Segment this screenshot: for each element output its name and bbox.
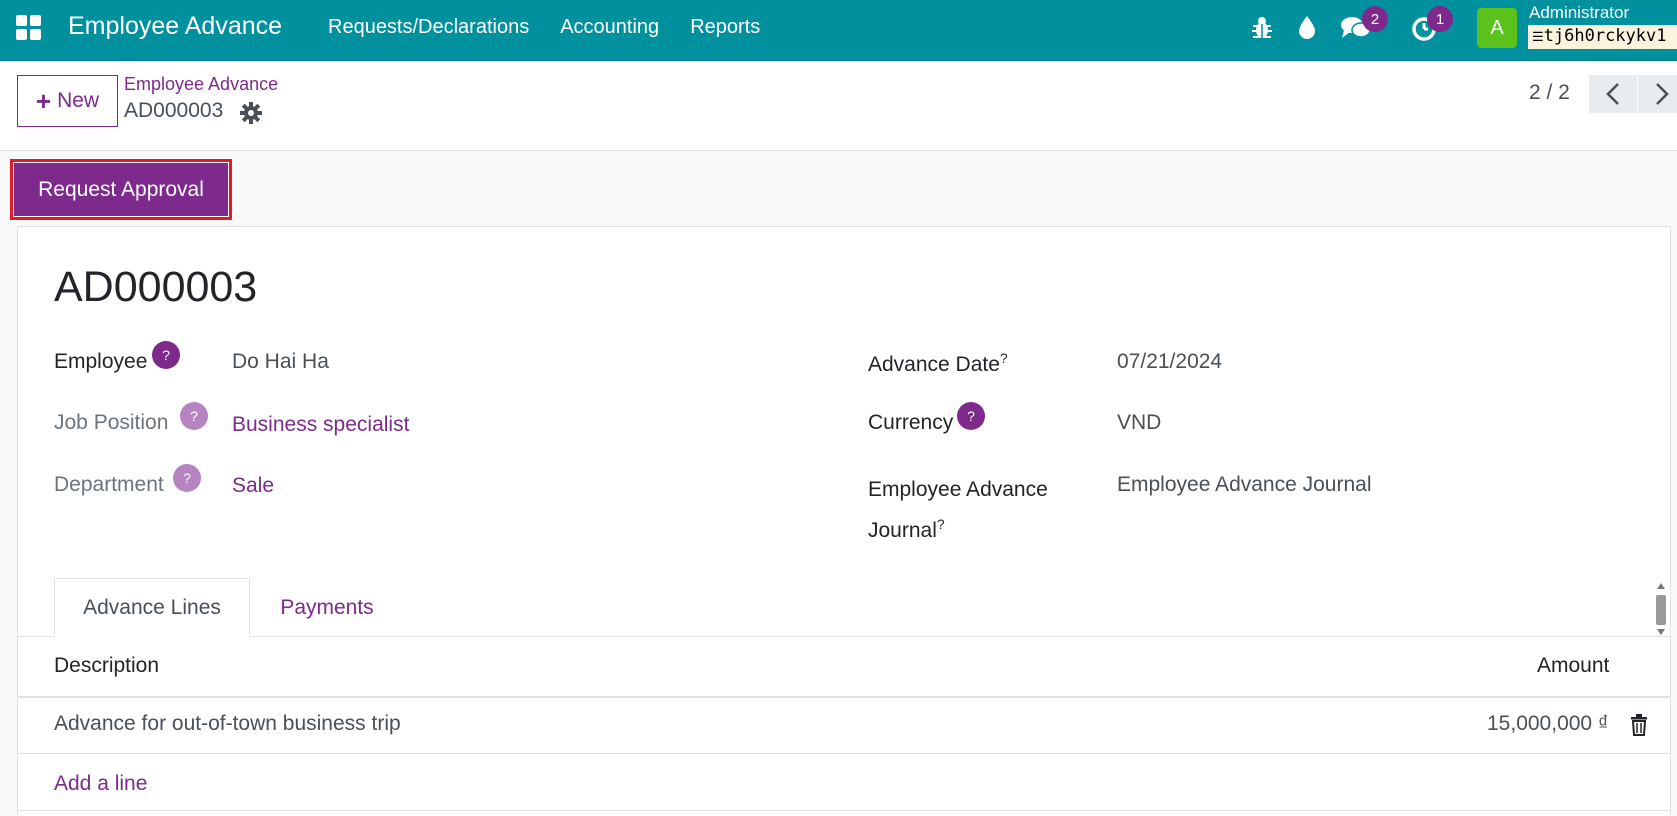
department-label: Department (54, 473, 164, 496)
column-header-amount[interactable]: Amount (1537, 654, 1609, 678)
currency-label: Currency (868, 411, 954, 434)
record-title: AD000003 (54, 263, 258, 311)
user-avatar[interactable]: A (1477, 8, 1517, 48)
row-description: Advance for out-of-town business trip (54, 712, 401, 735)
app-brand[interactable]: Employee Advance (68, 12, 282, 41)
database-name: ☰tj6h0rckykv1 (1528, 25, 1677, 49)
control-panel: + New Employee Advance AD000003 2 / 2 (0, 61, 1677, 151)
job-position-help-icon[interactable]: ? (180, 402, 208, 430)
color-drop-icon[interactable] (1295, 14, 1323, 42)
messages-icon[interactable]: 2 (1340, 6, 1388, 42)
chevron-right-icon (1656, 83, 1669, 105)
activities-clock-icon[interactable]: 1 (1411, 6, 1453, 42)
breadcrumb-parent[interactable]: Employee Advance (124, 74, 278, 95)
scrollbar[interactable] (1654, 581, 1668, 637)
gear-icon[interactable] (240, 102, 262, 124)
debug-bug-icon[interactable] (1250, 14, 1278, 42)
department-help-icon[interactable]: ? (173, 464, 201, 492)
advance-date-help-icon[interactable]: ? (1000, 350, 1008, 366)
add-line-row (18, 754, 1670, 811)
currency-help-icon[interactable]: ? (957, 402, 985, 430)
tab-payments[interactable]: Payments (272, 578, 382, 637)
database-icon: ☰ (1532, 30, 1544, 45)
employee-help-icon[interactable]: ? (152, 341, 180, 369)
row-amount: 15,000,000 ₫ (1487, 712, 1609, 735)
apps-menu-icon[interactable] (16, 15, 41, 40)
currency-field[interactable]: VND (1117, 411, 1161, 435)
menu-item-requests[interactable]: Requests/Declarations (328, 16, 529, 39)
employee-label: Employee (54, 350, 148, 373)
plus-icon: + (35, 86, 52, 116)
menu-item-accounting[interactable]: Accounting (560, 16, 659, 39)
messages-badge: 2 (1362, 6, 1388, 32)
top-navbar: Employee Advance Requests/Declarations A… (0, 0, 1677, 61)
pager-value[interactable]: 2 / 2 (1529, 81, 1570, 105)
tab-advance-lines[interactable]: Advance Lines (54, 578, 250, 637)
new-button[interactable]: + New (17, 75, 118, 127)
table-row[interactable]: Advance for out-of-town business trip 15… (18, 698, 1670, 754)
add-a-line-link[interactable]: Add a line (54, 772, 147, 796)
tabs-divider (18, 636, 1670, 637)
advance-date-label: Advance Date? (868, 350, 1008, 376)
pager-previous-button[interactable] (1589, 75, 1637, 113)
form-sheet: AD000003 Employee ? Do Hai Ha Job Positi… (17, 226, 1671, 816)
department-field[interactable]: Sale (232, 474, 274, 498)
column-header-description[interactable]: Description (54, 654, 159, 678)
job-position-field[interactable]: Business specialist (232, 413, 409, 437)
menu-item-reports[interactable]: Reports (690, 16, 760, 39)
employee-field[interactable]: Do Hai Ha (232, 350, 329, 374)
main-menu: Requests/Declarations Accounting Reports (328, 16, 760, 39)
user-name[interactable]: Administrator (1529, 3, 1629, 23)
advance-date-field[interactable]: 07/21/2024 (1117, 350, 1222, 374)
chevron-left-icon (1606, 83, 1619, 105)
pager-next-button[interactable] (1638, 75, 1677, 113)
breadcrumb-current-record: AD000003 (124, 99, 224, 122)
journal-field[interactable]: Employee Advance Journal (1117, 473, 1372, 497)
journal-label: Employee Advance Journal? (868, 478, 1048, 542)
job-position-label: Job Position (54, 411, 169, 434)
request-approval-button[interactable]: Request Approval (10, 159, 232, 220)
journal-help-icon[interactable]: ? (937, 516, 945, 532)
activities-badge: 1 (1427, 6, 1453, 32)
trash-icon[interactable] (1629, 714, 1649, 736)
